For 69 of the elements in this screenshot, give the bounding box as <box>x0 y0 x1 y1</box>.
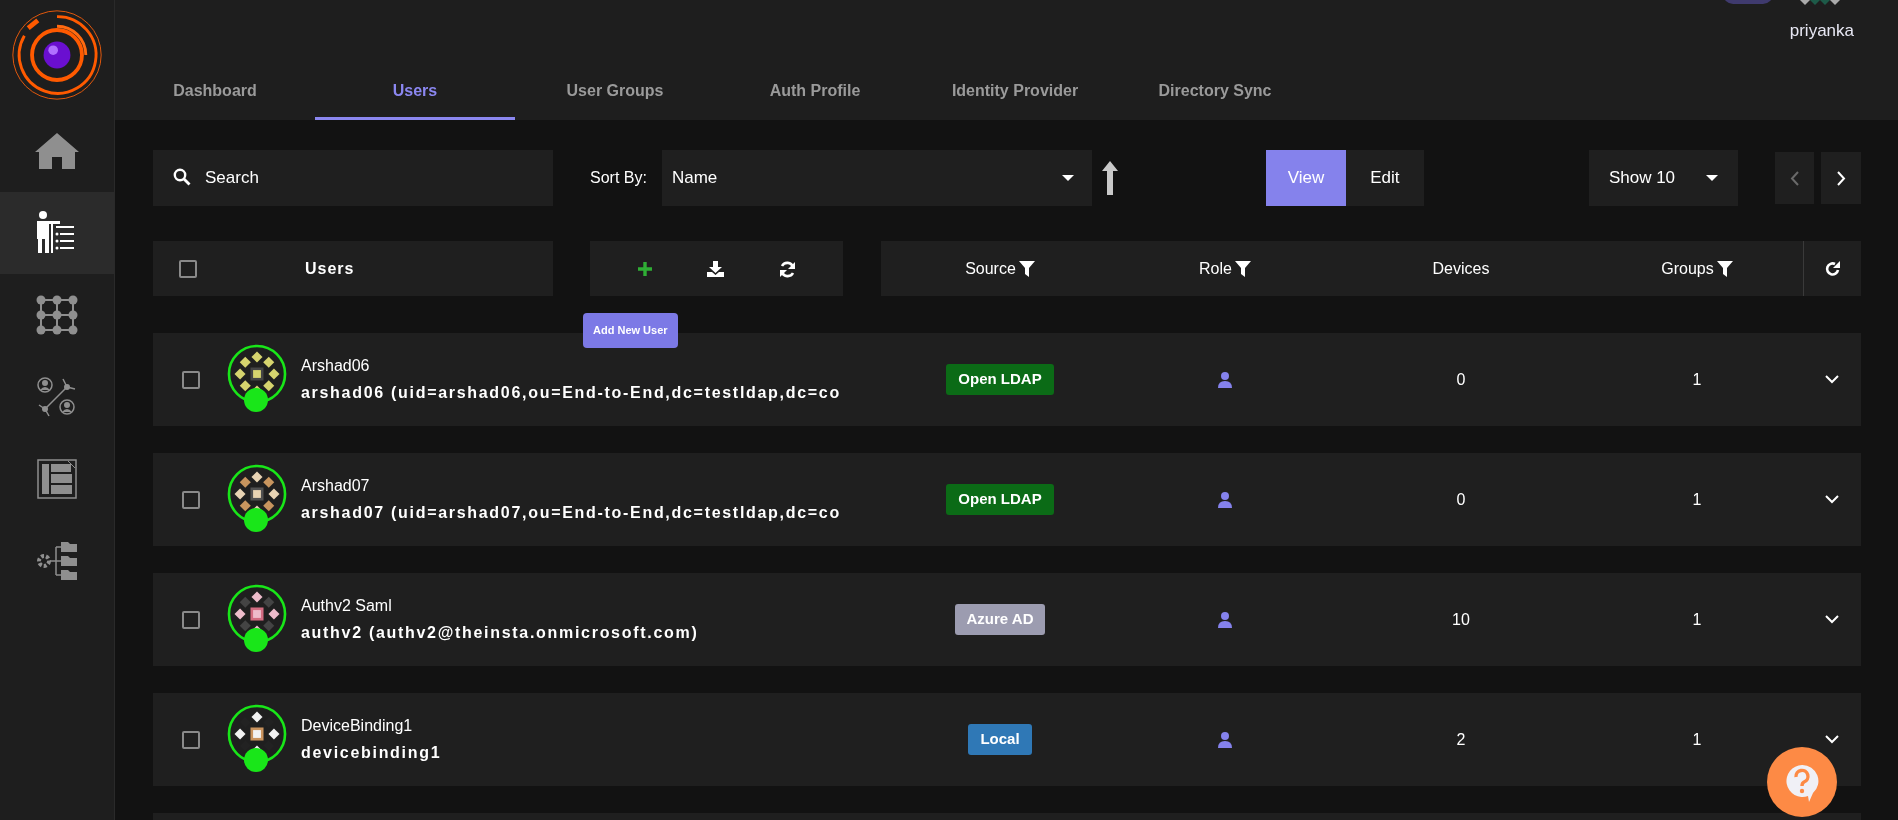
tab[interactable]: Dashboard <box>115 73 315 120</box>
mode-toggle[interactable]: Edit <box>1345 150 1424 206</box>
row-checkbox[interactable] <box>182 490 200 509</box>
tab[interactable]: Users <box>315 73 515 120</box>
tab[interactable]: User Groups <box>515 73 715 120</box>
user-name: Arshad07 <box>301 476 371 496</box>
next-page-button[interactable] <box>1821 152 1861 204</box>
expand-chevron-button[interactable] <box>1825 495 1839 504</box>
user-name: priyanka <box>1789 20 1854 42</box>
column-header: Users <box>305 258 355 279</box>
column-header: Source <box>965 258 1016 279</box>
user-detail: arshad07 (uid=arshad07,ou=End-to-End,dc=testldap,dc=co <box>301 503 841 523</box>
chevron-left-icon <box>1789 170 1799 186</box>
device-count: 10 <box>1452 609 1470 630</box>
user-role-icon <box>1218 611 1232 628</box>
sidebar-item[interactable] <box>0 192 114 274</box>
expand-chevron-button[interactable] <box>1825 615 1839 624</box>
group-count: 1 <box>1692 609 1702 630</box>
expand-chevron-button[interactable] <box>1825 735 1839 744</box>
search-field[interactable]: Search <box>153 150 553 206</box>
source-tag: Open LDAP <box>946 364 1054 395</box>
user-row[interactable]: Arshad07 arshad07 (uid=arshad07,ou=End-to-End,dc=testldap,dc=co Open LDAP 0 1 <box>153 453 1861 546</box>
source-tag: Azure AD <box>954 604 1046 635</box>
user-detail: authv2 (authv2@theinsta.onmicrosoft.com) <box>301 623 699 643</box>
user-name: Authv2 Saml <box>301 596 393 616</box>
filter-icon[interactable] <box>1234 260 1251 277</box>
user-row[interactable]: Arshad06 arshad06 (uid=arshad06,ou=End-to-End,dc=testldap,dc=co Open LDAP 0 1 <box>153 333 1861 426</box>
user-name: Arshad06 <box>301 356 371 376</box>
home-icon <box>34 131 80 171</box>
user-network-icon <box>36 376 78 418</box>
user-role-icon <box>1218 371 1232 388</box>
column-header: Groups <box>1661 258 1714 279</box>
select-all-checkbox[interactable] <box>179 259 197 278</box>
caret-icon <box>1705 174 1718 182</box>
tab[interactable]: Directory Sync <box>1115 73 1315 120</box>
user-role-icon <box>1218 731 1232 748</box>
device-count: 0 <box>1456 369 1466 390</box>
source-tag: Open LDAP <box>946 484 1054 515</box>
row-checkbox[interactable] <box>182 370 200 389</box>
column-header: Role <box>1199 258 1232 279</box>
user-name: DeviceBinding1 <box>301 716 414 736</box>
tab[interactable]: Identity Provider <box>915 73 1115 120</box>
user-detail: devicebinding1 <box>301 743 442 763</box>
sort-label: Sort By: <box>590 168 647 188</box>
document-layout-icon <box>37 459 77 499</box>
filter-icon[interactable] <box>1018 260 1035 277</box>
group-count: 1 <box>1692 369 1702 390</box>
node-grid-icon <box>36 295 78 335</box>
user-row[interactable]: Authv2 Saml authv2 (authv2@theinsta.onmicrosoft.com) Azure AD 10 1 <box>153 573 1861 666</box>
user-role-icon <box>1218 491 1232 508</box>
device-count: 2 <box>1456 729 1466 750</box>
tab[interactable]: Auth Profile <box>715 73 915 120</box>
tooltip: Add New User <box>583 313 678 348</box>
sort-dropdown[interactable]: Name <box>661 150 1092 206</box>
source-tag: Local <box>968 724 1032 755</box>
device-count: 0 <box>1456 489 1466 510</box>
page-size-dropdown[interactable]: Show 10 <box>1588 150 1738 206</box>
user-row[interactable]: DeviceBinding1 devicebinding1 Local 2 1 <box>153 693 1861 786</box>
chevron-right-icon <box>1836 170 1846 186</box>
group-count: 1 <box>1692 489 1702 510</box>
expand-chevron-button[interactable] <box>1825 375 1839 384</box>
user-detail: arshad06 (uid=arshad06,ou=End-to-End,dc=testldap,dc=co <box>301 383 841 403</box>
column-header: Devices <box>1432 258 1490 279</box>
filter-icon[interactable] <box>1716 260 1733 277</box>
row-checkbox[interactable] <box>182 610 200 629</box>
row-checkbox[interactable] <box>182 730 200 749</box>
group-count: 1 <box>1692 729 1702 750</box>
caret-icon <box>1061 174 1074 182</box>
settings-folder-tree-icon <box>36 541 78 581</box>
